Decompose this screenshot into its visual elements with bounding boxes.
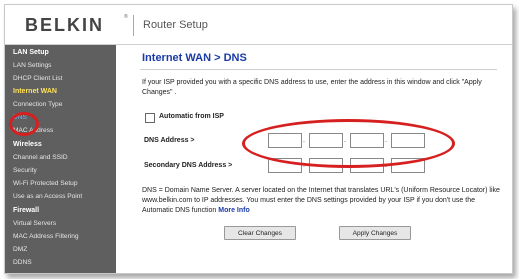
- sidebar-item-mac-address-filtering[interactable]: MAC Address Filtering: [13, 233, 79, 240]
- belkin-logo: BELKIN: [25, 15, 104, 35]
- dns-octet-3-input[interactable]: [350, 133, 384, 148]
- sidebar-section-firewall[interactable]: Firewall: [13, 207, 39, 214]
- dns-octet-1-input[interactable]: [268, 133, 302, 148]
- intro-text: If your ISP provided you with a specific…: [142, 79, 482, 96]
- sidebar-item-access-point[interactable]: Use as an Access Point: [13, 193, 82, 200]
- router-setup-window: BELKIN ® Router Setup LAN Setup LAN Sett…: [4, 4, 513, 274]
- secondary-dns-octet-4-input[interactable]: [391, 158, 425, 173]
- automatic-from-isp-checkbox[interactable]: [145, 113, 155, 123]
- sidebar-section-internet-wan[interactable]: Internet WAN: [13, 88, 57, 95]
- sidebar-item-security[interactable]: Security: [13, 167, 37, 174]
- secondary-dns-separator: .: [303, 162, 305, 169]
- title-divider: [140, 69, 497, 70]
- more-info-link[interactable]: More Info: [218, 207, 250, 214]
- secondary-dns-address-label: Secondary DNS Address >: [144, 162, 233, 169]
- dns-separator: .: [385, 137, 387, 144]
- sidebar-item-virtual-servers[interactable]: Virtual Servers: [13, 220, 56, 227]
- dns-separator: .: [303, 137, 305, 144]
- clear-changes-button[interactable]: Clear Changes: [224, 226, 296, 240]
- header: BELKIN ® Router Setup: [5, 5, 512, 45]
- sidebar-item-ddns[interactable]: DDNS: [13, 259, 32, 266]
- dns-octet-4-input[interactable]: [391, 133, 425, 148]
- dns-octet-2-input[interactable]: [309, 133, 343, 148]
- header-title: Router Setup: [143, 19, 208, 31]
- sidebar-item-lan-settings[interactable]: LAN Settings: [13, 62, 51, 69]
- dns-description-text: DNS = Domain Name Server. A server locat…: [142, 187, 500, 214]
- secondary-dns-octet-3-input[interactable]: [350, 158, 384, 173]
- automatic-from-isp-label: Automatic from ISP: [159, 113, 224, 120]
- secondary-dns-separator: .: [385, 162, 387, 169]
- sidebar-item-mac-address[interactable]: MAC Address: [13, 127, 53, 134]
- trademark-mark: ®: [124, 14, 128, 20]
- sidebar-item-dns[interactable]: DNS: [13, 114, 27, 121]
- sidebar-item-connection-type[interactable]: Connection Type: [13, 101, 62, 108]
- secondary-dns-separator: .: [344, 162, 346, 169]
- dns-address-label: DNS Address >: [144, 137, 195, 144]
- header-divider: [133, 15, 134, 36]
- secondary-dns-octet-2-input[interactable]: [309, 158, 343, 173]
- sidebar-item-wifi-protected-setup[interactable]: Wi-Fi Protected Setup: [13, 180, 78, 187]
- sidebar-section-wireless[interactable]: Wireless: [13, 141, 42, 148]
- apply-changes-button[interactable]: Apply Changes: [339, 226, 411, 240]
- sidebar-nav: LAN Setup LAN Settings DHCP Client List …: [5, 45, 116, 273]
- sidebar-item-dhcp-client-list[interactable]: DHCP Client List: [13, 75, 62, 82]
- page-title: Internet WAN > DNS: [142, 52, 247, 64]
- sidebar-item-dmz[interactable]: DMZ: [13, 246, 27, 253]
- dns-description: DNS = Domain Name Server. A server locat…: [142, 186, 504, 216]
- sidebar-section-lan-setup[interactable]: LAN Setup: [13, 49, 49, 56]
- secondary-dns-octet-1-input[interactable]: [268, 158, 302, 173]
- dns-separator: .: [344, 137, 346, 144]
- sidebar-item-channel-ssid[interactable]: Channel and SSID: [13, 154, 68, 161]
- main-content: Internet WAN > DNS If your ISP provided …: [116, 45, 512, 273]
